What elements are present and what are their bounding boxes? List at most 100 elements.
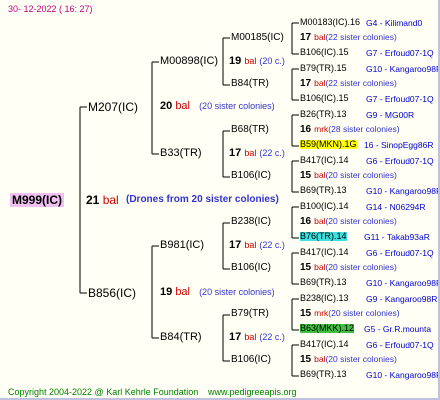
- gen4-count: 16: [300, 124, 312, 135]
- gen4-bal: bal: [314, 170, 326, 180]
- gen4-location: G14 - N06294R: [366, 202, 426, 212]
- gen4-location: G6 - Erfoud07-1Q: [366, 248, 434, 258]
- gen4-location: G10 - Kangaroo98R: [366, 370, 440, 380]
- gen4-node[interactable]: B100(IC).14: [300, 202, 349, 211]
- gen2-b84-bal: bal: [244, 332, 257, 342]
- gen4-count: 15: [300, 170, 312, 181]
- gen4-location: G9 - MG00R: [366, 110, 415, 120]
- gen4-note: (20 sister colonies): [325, 354, 397, 364]
- gen4-location: G11 - Takab93aR: [364, 232, 430, 242]
- gen2-b981-stats: 17 bal (22 c.): [229, 240, 285, 251]
- gen2-b981-bal: bal: [244, 240, 257, 250]
- gen4-stats: 15 bal(20 sister colonies): [300, 263, 397, 273]
- gen1-m207-bal: bal: [175, 100, 190, 112]
- gen4-note: (28 sister colonies): [328, 124, 400, 134]
- gen4-note: (20 sister colonies): [325, 216, 397, 226]
- gen1-m207-stats: 20 bal (20 sister colonies): [160, 101, 275, 112]
- gen4-count: 15: [300, 354, 312, 365]
- gen4-location: G5 - Gr.R.mounta: [364, 324, 432, 334]
- gen4-stats: 16 mrk(28 sister colonies): [300, 125, 400, 135]
- gen1-b856-stats: 19 bal (20 sister colonies): [160, 287, 275, 298]
- gen4-node[interactable]: M00183(IC).16: [300, 18, 360, 27]
- gen4-node[interactable]: B106(IC).15: [300, 94, 349, 103]
- gen4-node[interactable]: B26(TR).13: [300, 110, 347, 119]
- gen3-b106-c[interactable]: B106(IC): [231, 355, 271, 365]
- gen4-count: 15: [300, 262, 312, 273]
- root-stats: 21 bal: [86, 194, 119, 206]
- gen4-note: (20 sister colonies): [325, 262, 397, 272]
- gen4-node[interactable]: B69(TR).13: [300, 278, 347, 287]
- gen2-b981-count: 17: [229, 239, 242, 251]
- gen1-b856[interactable]: B856(IC): [88, 287, 136, 299]
- gen4-node[interactable]: B69(TR).13: [300, 370, 347, 379]
- gen3-b106-b[interactable]: B106(IC): [231, 263, 271, 273]
- gen4-stats: 17 bal(22 sister colonies): [300, 79, 397, 89]
- root-queen[interactable]: M999(IC): [10, 193, 65, 207]
- gen2-m00898-stats: 19 bal (20 c.): [229, 56, 285, 67]
- gen1-b856-note: (20 sister colonies): [199, 287, 275, 297]
- gen4-node[interactable]: B59(MKN).1G: [300, 140, 357, 149]
- gen2-b84-stats: 17 bal (22 c.): [229, 332, 285, 343]
- gen2-m00898-note: (20 c.): [259, 56, 285, 66]
- gen4-node[interactable]: B76(TR).14: [300, 232, 347, 241]
- gen4-count: 16: [300, 216, 312, 227]
- gen2-b84-count: 17: [229, 331, 242, 343]
- gen3-b79[interactable]: B79(TR): [231, 309, 269, 319]
- gen4-node[interactable]: B417(IC).14: [300, 340, 349, 349]
- root-note: (Drones from 20 sister colonies): [126, 194, 279, 205]
- gen1-b856-bal: bal: [175, 286, 190, 298]
- gen4-note: (20 sister colonies): [328, 308, 400, 318]
- gen2-b84[interactable]: B84(TR): [160, 332, 202, 343]
- gen4-location: G6 - Erfoud07-1Q: [366, 340, 434, 350]
- gen4-bal: bal: [314, 354, 326, 364]
- site-link[interactable]: www.pedigreeapis.org: [208, 388, 297, 397]
- gen4-location: G9 - Kangaroo98R: [366, 294, 438, 304]
- gen2-m00898-count: 19: [229, 55, 242, 67]
- gen4-bal: mrk: [314, 124, 329, 134]
- gen4-node[interactable]: B69(TR).13: [300, 186, 347, 195]
- gen2-b84-note: (22 c.): [259, 332, 285, 342]
- gen4-node[interactable]: B417(IC).14: [300, 156, 349, 165]
- gen2-b33-stats: 17 bal (22 c.): [229, 148, 285, 159]
- gen4-stats: 15 mrk(20 sister colonies): [300, 309, 400, 319]
- gen4-count: 17: [300, 32, 312, 43]
- gen2-b981[interactable]: B981(IC): [160, 240, 204, 251]
- gen1-b856-count: 19: [160, 286, 173, 298]
- gen4-location: G7 - Erfoud07-1Q: [366, 48, 434, 58]
- gen3-b106-a[interactable]: B106(IC): [231, 171, 271, 181]
- pedigree-canvas: 30- 12-2022 ( 16: 27) M999(IC) 21 bal (D…: [0, 0, 440, 400]
- gen4-node[interactable]: B106(IC).15: [300, 48, 349, 57]
- copyright-text: Copyright 2004-2022 @ Karl Kehrle Founda…: [8, 387, 199, 397]
- gen4-stats: 15 bal(20 sister colonies): [300, 355, 397, 365]
- gen4-note: (22 sister colonies): [325, 78, 397, 88]
- gen4-bal: bal: [314, 262, 326, 272]
- gen3-b238[interactable]: B238(IC): [231, 217, 271, 227]
- gen3-m00185[interactable]: M00185(IC): [231, 33, 284, 43]
- gen2-b33-count: 17: [229, 147, 242, 159]
- gen4-count: 17: [300, 78, 312, 89]
- gen4-bal: mrk: [314, 308, 329, 318]
- gen4-note: (22 sister colonies): [325, 32, 397, 42]
- date-stamp: 30- 12-2022 ( 16: 27): [8, 4, 93, 14]
- gen4-bal: bal: [314, 216, 326, 226]
- gen4-bal: bal: [314, 32, 326, 42]
- gen4-node[interactable]: B238(IC).13: [300, 294, 349, 303]
- gen4-location: G7 - Erfoud07-1Q: [366, 94, 434, 104]
- gen3-b84[interactable]: B84(TR): [231, 79, 269, 89]
- gen4-location: G4 - Kilimand0: [366, 18, 423, 28]
- gen1-m207[interactable]: M207(IC): [88, 101, 138, 113]
- gen4-node[interactable]: B417(IC).14: [300, 248, 349, 257]
- gen4-location: G6 - Erfoud07-1Q: [366, 156, 434, 166]
- gen2-m00898[interactable]: M00898(IC): [160, 56, 218, 67]
- gen4-location: G10 - Kangaroo98R: [366, 186, 440, 196]
- gen3-b68[interactable]: B68(TR): [231, 125, 269, 135]
- gen4-node[interactable]: B63(MKK).12: [300, 324, 355, 333]
- gen4-count: 15: [300, 308, 312, 319]
- gen4-stats: 15 bal(20 sister colonies): [300, 171, 397, 181]
- gen4-node[interactable]: B79(TR).15: [300, 64, 347, 73]
- gen2-b33[interactable]: B33(TR): [160, 148, 202, 159]
- gen1-m207-note: (20 sister colonies): [199, 101, 275, 111]
- gen4-location: G10 - Kangaroo98R: [366, 278, 440, 288]
- gen4-note: (20 sister colonies): [325, 170, 397, 180]
- gen2-b33-note: (22 c.): [259, 148, 285, 158]
